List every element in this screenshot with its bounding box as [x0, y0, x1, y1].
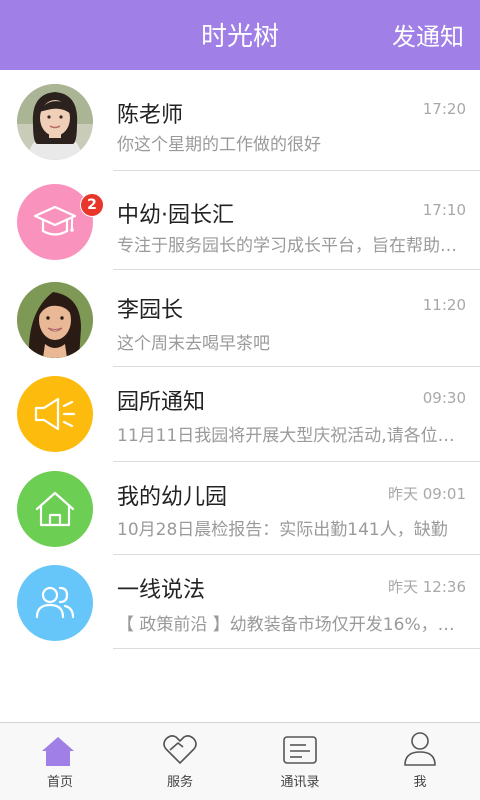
house-icon	[17, 471, 93, 547]
conversation-name: 李园长	[117, 298, 184, 323]
conversation-name: 我的幼儿园	[117, 485, 228, 510]
conversation-preview: 这个周末去喝早茶吧	[117, 334, 270, 354]
tab-label: 通讯录	[280, 775, 320, 790]
conversation-time: 昨天 12:36	[388, 578, 466, 596]
conversation-item[interactable]: 一线说法 昨天 12:36 【 政策前沿 】幼教装备市场仅开发16%，潜力	[0, 555, 480, 649]
conversation-time: 11:20	[422, 296, 466, 314]
conversation-item[interactable]: 李园长 11:20 这个周末去喝早茶吧	[0, 270, 480, 367]
people-icon	[17, 565, 93, 641]
home-icon	[42, 737, 74, 766]
conversation-item[interactable]: 园所通知 09:30 11月11日我园将开展大型庆祝活动,请各位家长	[0, 367, 480, 462]
unread-badge: 2	[80, 193, 104, 217]
conversation-time: 09:30	[422, 389, 466, 407]
tab-label: 首页	[46, 775, 73, 790]
heart-icon	[163, 735, 197, 764]
avatar	[17, 84, 93, 160]
bottom-tab-bar: 首页 服务 通讯录 我	[0, 722, 480, 800]
conversation-preview: 11月11日我园将开展大型庆祝活动,请各位家长	[117, 426, 457, 446]
conversation-name: 陈老师	[117, 103, 184, 128]
conversation-time: 昨天 09:01	[388, 485, 466, 503]
tab-home[interactable]: 首页	[0, 723, 120, 800]
conversation-time: 17:10	[422, 201, 466, 219]
conversation-item[interactable]: 陈老师 17:20 你这个星期的工作做的很好	[0, 70, 480, 171]
conversation-list: 陈老师 17:20 你这个星期的工作做的很好 中幼·园长汇 17:10 专注于服…	[0, 70, 480, 649]
conversation-time: 17:20	[422, 100, 466, 118]
tab-contacts[interactable]: 通讯录	[240, 723, 360, 800]
megaphone-icon	[17, 376, 93, 452]
person-icon	[404, 732, 436, 766]
send-notification-button[interactable]: 发通知	[392, 0, 464, 70]
tab-label: 我	[413, 775, 427, 790]
graduation-cap-icon	[17, 184, 93, 260]
conversation-item[interactable]: 我的幼儿园 昨天 09:01 10月28日晨检报告：实际出勤141人，缺勤	[0, 462, 480, 555]
conversation-preview: 你这个星期的工作做的很好	[117, 135, 321, 155]
avatar	[17, 282, 93, 358]
conversation-name: 一线说法	[117, 578, 206, 603]
conversation-name: 中幼·园长汇	[117, 203, 234, 228]
tab-label: 服务	[166, 775, 193, 790]
contacts-icon	[283, 736, 317, 764]
conversation-name: 园所通知	[117, 390, 206, 415]
conversation-item[interactable]: 中幼·园长汇 17:10 专注于服务园长的学习成长平台，旨在帮助园长	[0, 171, 480, 270]
top-bar: 时光树 发通知	[0, 0, 480, 70]
tab-me[interactable]: 我	[360, 723, 480, 800]
conversation-preview: 专注于服务园长的学习成长平台，旨在帮助园长	[117, 236, 457, 256]
conversation-preview: 【 政策前沿 】幼教装备市场仅开发16%，潜力	[117, 615, 457, 635]
conversation-preview: 10月28日晨检报告：实际出勤141人，缺勤	[117, 520, 448, 540]
divider	[113, 648, 480, 649]
tab-service[interactable]: 服务	[120, 723, 240, 800]
